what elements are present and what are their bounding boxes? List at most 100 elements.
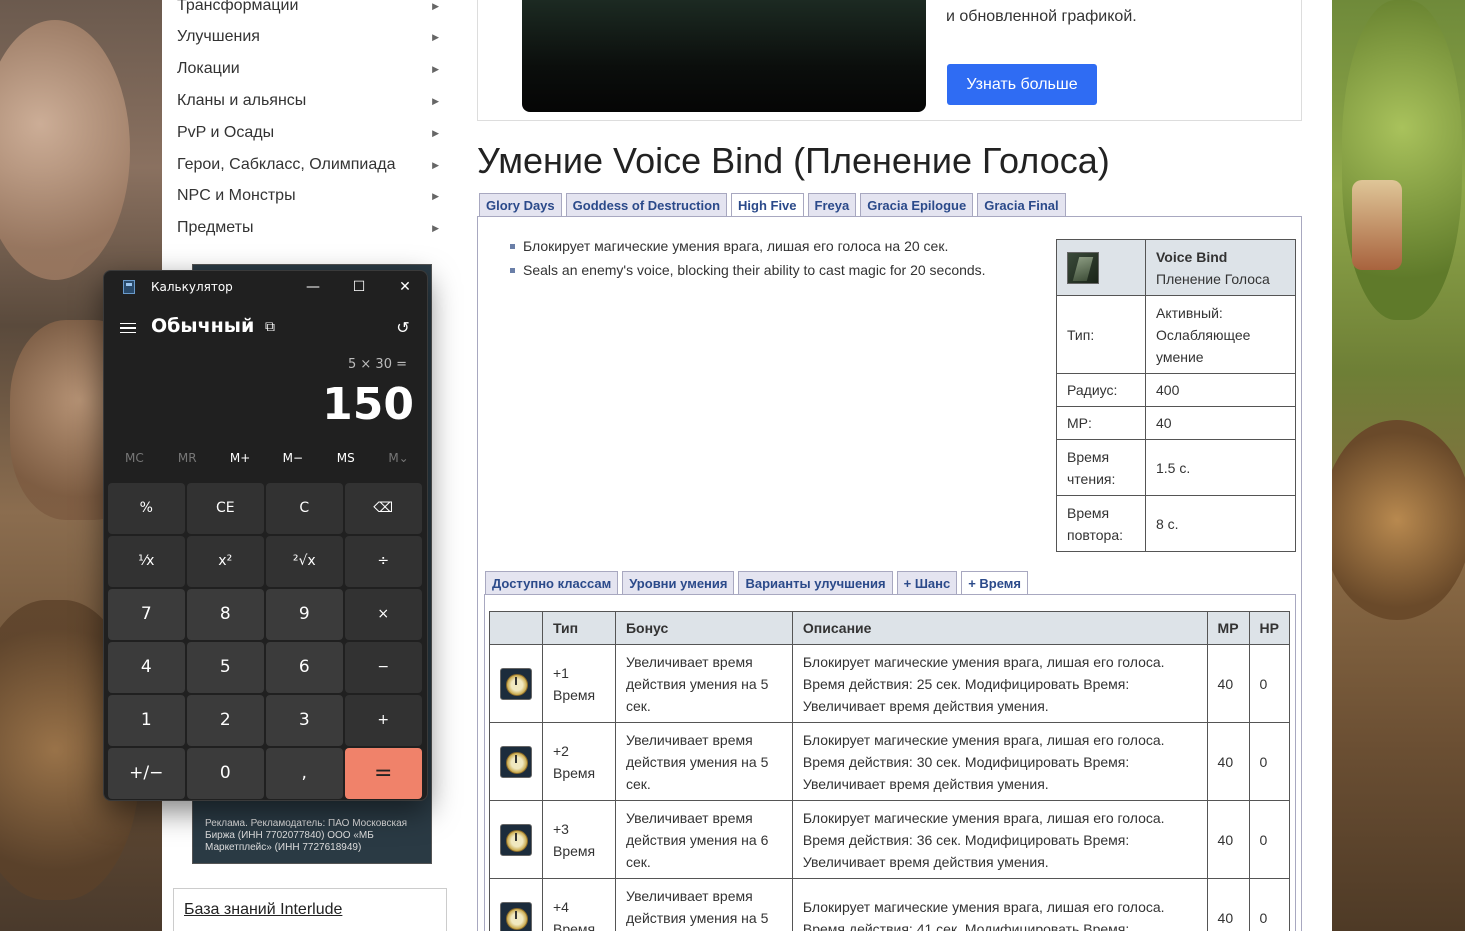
minimize-button[interactable]: — [290, 271, 336, 303]
voice-bind-skill-icon [1067, 251, 1099, 284]
cell-type: +4 Время [542, 878, 616, 931]
memory-row: MC MR M+ M− MS M⌄ [108, 451, 425, 465]
version-tabs: Glory Days Goddess of Destruction High F… [479, 193, 1066, 217]
tab-freya[interactable]: Freya [807, 193, 857, 217]
ce-button[interactable]: CE [187, 483, 264, 534]
kb-link[interactable]: База знаний Interlude [184, 901, 342, 918]
banner-image [522, 0, 926, 112]
cell-hp: 0 [1248, 722, 1291, 801]
nav-item-items[interactable]: Предметы ▶ [177, 213, 447, 243]
tab-glory-days[interactable]: Glory Days [479, 193, 562, 217]
backspace-icon[interactable]: ⌫ [345, 483, 422, 534]
clock-icon [500, 745, 532, 778]
square-button[interactable]: x² [187, 536, 264, 587]
digit-3-button[interactable]: 3 [266, 695, 343, 746]
learn-more-button[interactable]: Узнать больше [947, 64, 1097, 105]
tab-skill-levels[interactable]: Уровни умения [622, 571, 735, 595]
m-minus-button[interactable]: M− [268, 451, 318, 465]
tab-goddess-of-destruction[interactable]: Goddess of Destruction [565, 193, 728, 217]
cell-type: +2 Время [542, 722, 616, 801]
nav-item-transformations[interactable]: Трансформации ▶ [177, 0, 447, 21]
nav-item-npc[interactable]: NPC и Монстры ▶ [177, 181, 447, 211]
decimal-button[interactable]: , [266, 748, 343, 799]
calculator-mode: Обычный [151, 315, 255, 337]
negate-button[interactable]: +/− [108, 748, 185, 799]
tab-time[interactable]: + Время [961, 571, 1029, 595]
tab-available-classes[interactable]: Доступно классам [485, 571, 619, 595]
keypad: % CE C ⌫ ¹⁄x x² ²√x ÷ 7 8 9 × 4 5 6 − 1 … [108, 483, 424, 799]
chevron-right-icon: ▶ [432, 31, 439, 42]
bg-drink-glass [1352, 180, 1402, 270]
cell-type: +3 Время [542, 800, 616, 879]
history-icon[interactable]: ↺ [393, 317, 413, 337]
nav-item-enchant[interactable]: Улучшения ▶ [177, 22, 447, 52]
detail-tabs: Доступно классам Уровни умения Варианты … [485, 571, 1029, 595]
hamburger-menu-icon[interactable] [116, 316, 140, 340]
cell-bonus: Увеличивает время действия умения на 6 с… [614, 800, 793, 879]
tab-gracia-final[interactable]: Gracia Final [977, 193, 1066, 217]
subtract-button[interactable]: − [345, 642, 422, 693]
chevron-right-icon: ▶ [432, 190, 439, 201]
chevron-right-icon: ▶ [432, 0, 439, 11]
info-label: Радиус: [1056, 373, 1146, 407]
nav-item-pvp[interactable]: PvP и Осады ▶ [177, 118, 447, 148]
ms-button[interactable]: MS [321, 451, 371, 465]
cell-hp: 0 [1248, 878, 1291, 931]
maximize-button[interactable]: ☐ [336, 271, 382, 303]
tab-enchant-variants[interactable]: Варианты улучшения [738, 571, 893, 595]
cell-mp: 40 [1206, 644, 1250, 723]
calc-expression: 5 × 30 = [348, 357, 407, 372]
close-button[interactable]: ✕ [382, 271, 428, 303]
bg-figure-right-2 [1332, 420, 1465, 620]
digit-2-button[interactable]: 2 [187, 695, 264, 746]
digit-6-button[interactable]: 6 [266, 642, 343, 693]
cell-type: +1 Время [542, 644, 616, 723]
percent-button[interactable]: % [108, 483, 185, 534]
add-button[interactable]: + [345, 695, 422, 746]
table-row: +1 Время Увеличивает время действия умен… [489, 644, 1291, 723]
digit-1-button[interactable]: 1 [108, 695, 185, 746]
sqrt-button[interactable]: ²√x [266, 536, 343, 587]
clock-icon [500, 901, 532, 931]
digit-5-button[interactable]: 5 [187, 642, 264, 693]
nav-item-clans[interactable]: Кланы и альянсы ▶ [177, 86, 447, 116]
multiply-button[interactable]: × [345, 589, 422, 640]
info-label: MP: [1056, 406, 1146, 440]
skill-info-table: Voice Bind Пленение Голоса Тип: Активный: … [1056, 239, 1296, 552]
calculator-titlebar[interactable]: Калькулятор — ☐ ✕ [104, 271, 427, 303]
m-plus-button[interactable]: M+ [215, 451, 265, 465]
equals-button[interactable]: = [345, 748, 422, 799]
divide-button[interactable]: ÷ [345, 536, 422, 587]
cell-bonus: Увеличивает время действия умения на 5 с… [614, 722, 793, 801]
digit-4-button[interactable]: 4 [108, 642, 185, 693]
tab-chance[interactable]: + Шанс [896, 571, 958, 595]
c-button[interactable]: C [266, 483, 343, 534]
tab-high-five[interactable]: High Five [731, 193, 804, 217]
chevron-right-icon: ▶ [432, 159, 439, 170]
m-list-button[interactable]: M⌄ [374, 451, 424, 465]
mr-button[interactable]: MR [162, 451, 212, 465]
reciprocal-button[interactable]: ¹⁄x [108, 536, 185, 587]
bg-figure-left [0, 20, 130, 280]
mc-button[interactable]: MC [109, 451, 159, 465]
nav-item-heroes[interactable]: Герои, Сабкласс, Олимпиада ▶ [177, 150, 447, 180]
cell-desc: Блокирует магические умения врага, лишая… [791, 722, 1208, 801]
desc-en: Seals an enemy's voice, blocking their a… [510, 260, 986, 284]
cell-bonus: Увеличивает время действия умения на 5 с… [614, 878, 793, 931]
tab-gracia-epilogue[interactable]: Gracia Epilogue [860, 193, 974, 217]
nav-item-locations[interactable]: Локации ▶ [177, 54, 447, 84]
calculator-window[interactable]: Калькулятор — ☐ ✕ Обычный ⧉ ↺ 5 × 30 = 1… [103, 270, 428, 801]
knowledge-base-box: База знаний Interlude [173, 888, 447, 931]
col-hp: HP [1248, 611, 1291, 645]
chevron-right-icon: ▶ [432, 127, 439, 138]
bg-figure-right [1342, 0, 1462, 320]
digit-9-button[interactable]: 9 [266, 589, 343, 640]
clock-icon [500, 823, 532, 856]
digit-7-button[interactable]: 7 [108, 589, 185, 640]
digit-8-button[interactable]: 8 [187, 589, 264, 640]
keep-on-top-icon[interactable]: ⧉ [260, 317, 280, 337]
info-value: 400 [1145, 373, 1296, 407]
digit-0-button[interactable]: 0 [187, 748, 264, 799]
info-value: 40 [1145, 406, 1296, 440]
col-type: Тип [542, 611, 616, 645]
